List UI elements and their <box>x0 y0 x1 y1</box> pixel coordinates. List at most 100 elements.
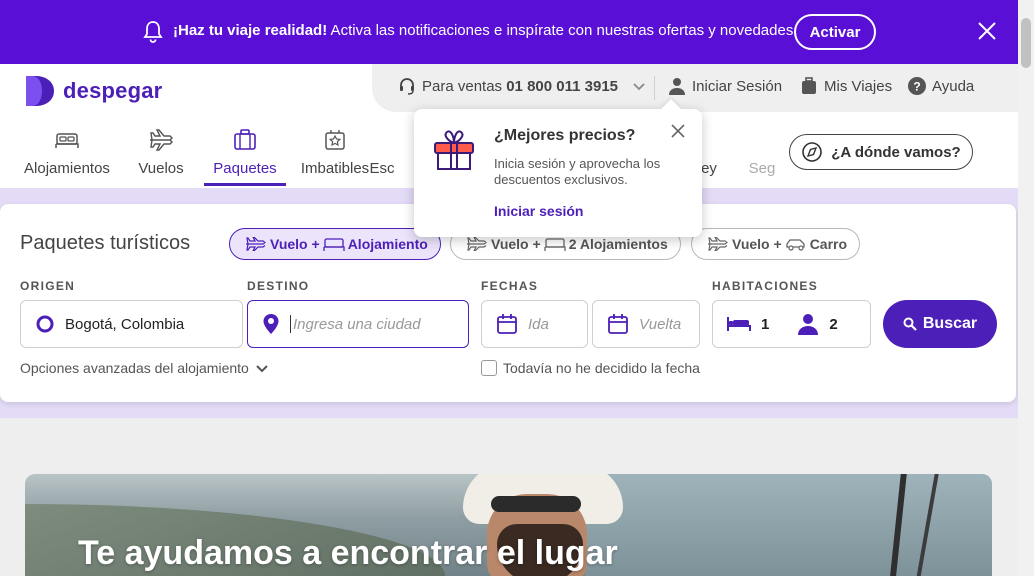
gift-icon <box>434 130 474 170</box>
plane-icon <box>708 237 728 251</box>
tab-label: Vuelos <box>138 160 184 177</box>
rooms-guests-field[interactable]: 1 2 <box>712 300 871 348</box>
help-label: Ayuda <box>932 77 975 95</box>
partial-icon <box>369 128 395 152</box>
scrollbar-thumb[interactable] <box>1021 18 1031 68</box>
notification-bar: ¡Haz tu viaje realidad! Activa las notif… <box>0 0 1018 64</box>
activate-notifications-button[interactable]: Activar <box>794 14 876 50</box>
chip-vuelo-carro[interactable]: Vuelo + Carro <box>691 228 861 260</box>
sales-phone-dropdown[interactable]: Para ventas 01 800 011 3915 <box>398 77 652 95</box>
close-icon[interactable] <box>670 123 686 139</box>
advanced-options-label: Opciones avanzadas del alojamiento <box>20 360 249 376</box>
person-icon <box>798 314 819 335</box>
no-date-option[interactable]: Todavía no he decidido la fecha <box>481 360 700 376</box>
origin-field[interactable]: Bogotá, Colombia <box>20 300 243 348</box>
page-scrollbar[interactable] <box>1018 0 1034 576</box>
search-icon <box>903 317 917 331</box>
tab-label: Seg <box>748 160 776 177</box>
logo-mark-icon <box>26 76 54 106</box>
tab-seguros-partial[interactable]: Seg <box>744 124 780 177</box>
return-placeholder: Vuelta <box>639 315 682 333</box>
tab-label: Paquetes <box>213 160 277 177</box>
advanced-options-toggle[interactable]: Opciones avanzadas del alojamiento <box>20 360 269 376</box>
where-to-go-button[interactable]: ¿A dónde vamos? <box>789 134 973 170</box>
login-link[interactable]: Iniciar Sesión <box>668 77 782 95</box>
my-trips-link[interactable]: Mis Viajes <box>800 77 892 95</box>
calendar-icon <box>497 314 517 334</box>
chevron-down-icon <box>633 83 645 91</box>
logo-text: despegar <box>63 78 163 103</box>
svg-text:?: ? <box>913 80 920 94</box>
hero-banner: Te ayudamos a encontrar el lugar <box>25 474 992 576</box>
bell-icon <box>143 21 163 43</box>
guests-count: 2 <box>829 315 838 333</box>
chip-label-b: 2 Alojamientos <box>568 236 668 252</box>
chip-vuelo-alojamiento[interactable]: Vuelo + Alojamiento <box>229 228 441 260</box>
partial-icon <box>749 128 775 152</box>
tab-paquetes[interactable]: Paquetes <box>200 124 290 186</box>
notification-text: Activa las notificaciones e inspírate co… <box>327 22 798 39</box>
plane-icon <box>467 237 487 251</box>
better-prices-popover: ¿Mejores precios? Inicia sesión y aprove… <box>414 109 702 237</box>
popover-login-link[interactable]: Iniciar sesión <box>494 203 583 219</box>
calendar-icon <box>608 314 628 334</box>
hero-person-sunglasses <box>491 496 581 512</box>
car-icon <box>786 239 805 251</box>
sales-label: Para ventas <box>422 77 503 95</box>
text-caret <box>290 315 291 333</box>
chip-label-a: Vuelo <box>732 236 770 252</box>
return-date-field[interactable]: Vuelta <box>592 300 700 348</box>
hero-headline: Te ayudamos a encontrar el lugar <box>78 534 618 572</box>
chip-label-a: Vuelo <box>270 236 308 252</box>
compass-icon <box>802 142 823 162</box>
notification-bold: ¡Haz tu viaje realidad! <box>173 22 328 39</box>
tab-label: Alojamientos <box>24 160 110 177</box>
bed-icon <box>55 133 79 148</box>
no-date-label: Todavía no he decidido la fecha <box>503 360 700 376</box>
tab-escapadas-partial[interactable]: Esc <box>362 124 402 177</box>
headset-icon <box>400 78 414 95</box>
user-icon <box>669 78 685 95</box>
sales-phone: 01 800 011 3915 <box>506 77 619 95</box>
help-link[interactable]: ? Ayuda <box>908 77 974 95</box>
rooms-label: HABITACIONES <box>712 279 819 293</box>
plane-icon <box>150 129 173 151</box>
close-icon[interactable] <box>976 20 998 42</box>
my-trips-label: Mis Viajes <box>824 77 893 95</box>
logo[interactable]: despegar <box>24 74 162 108</box>
tab-label: Imbatibles <box>300 160 370 177</box>
tab-vuelos[interactable]: Vuelos <box>116 124 206 177</box>
chip-label-a: Vuelo <box>491 236 529 252</box>
chevron-down-icon <box>256 365 268 373</box>
bed-icon <box>727 317 751 331</box>
departure-date-field[interactable]: Ida <box>481 300 588 348</box>
notification-message: ¡Haz tu viaje realidad! Activa las notif… <box>173 22 798 39</box>
dates-label: FECHAS <box>481 279 539 293</box>
popover-body: Inicia sesión y aprovecha los descuentos… <box>494 156 661 187</box>
tab-label: Esc <box>369 160 395 177</box>
chip-label-b: Alojamiento <box>347 236 428 252</box>
tab-alojamientos[interactable]: Alojamientos <box>22 124 112 177</box>
bed-icon <box>544 238 566 251</box>
topbar-separator <box>654 76 655 100</box>
suitcase-icon <box>234 129 256 150</box>
search-button-label: Buscar <box>922 315 978 332</box>
search-button[interactable]: Buscar <box>883 300 997 348</box>
plane-icon <box>246 237 266 251</box>
popover-title: ¿Mejores precios? <box>494 127 636 144</box>
search-title: Paquetes turísticos <box>20 232 191 254</box>
no-date-checkbox[interactable] <box>481 360 497 376</box>
origin-value: Bogotá, Colombia <box>65 315 185 333</box>
map-pin-icon <box>263 314 279 334</box>
departure-placeholder: Ida <box>528 315 549 333</box>
star-tag-icon <box>325 130 345 150</box>
login-label: Iniciar Sesión <box>692 77 783 95</box>
destination-input[interactable] <box>293 315 453 333</box>
destination-field[interactable] <box>247 300 469 348</box>
luggage-icon <box>802 77 816 94</box>
rooms-count: 1 <box>761 315 770 333</box>
where-to-go-label: ¿A dónde vamos? <box>831 143 961 161</box>
top-utility-bar: Para ventas 01 800 011 3915 Iniciar Sesi… <box>372 64 1018 112</box>
origin-circle-icon <box>36 315 54 333</box>
origin-label: ORIGEN <box>20 279 76 293</box>
